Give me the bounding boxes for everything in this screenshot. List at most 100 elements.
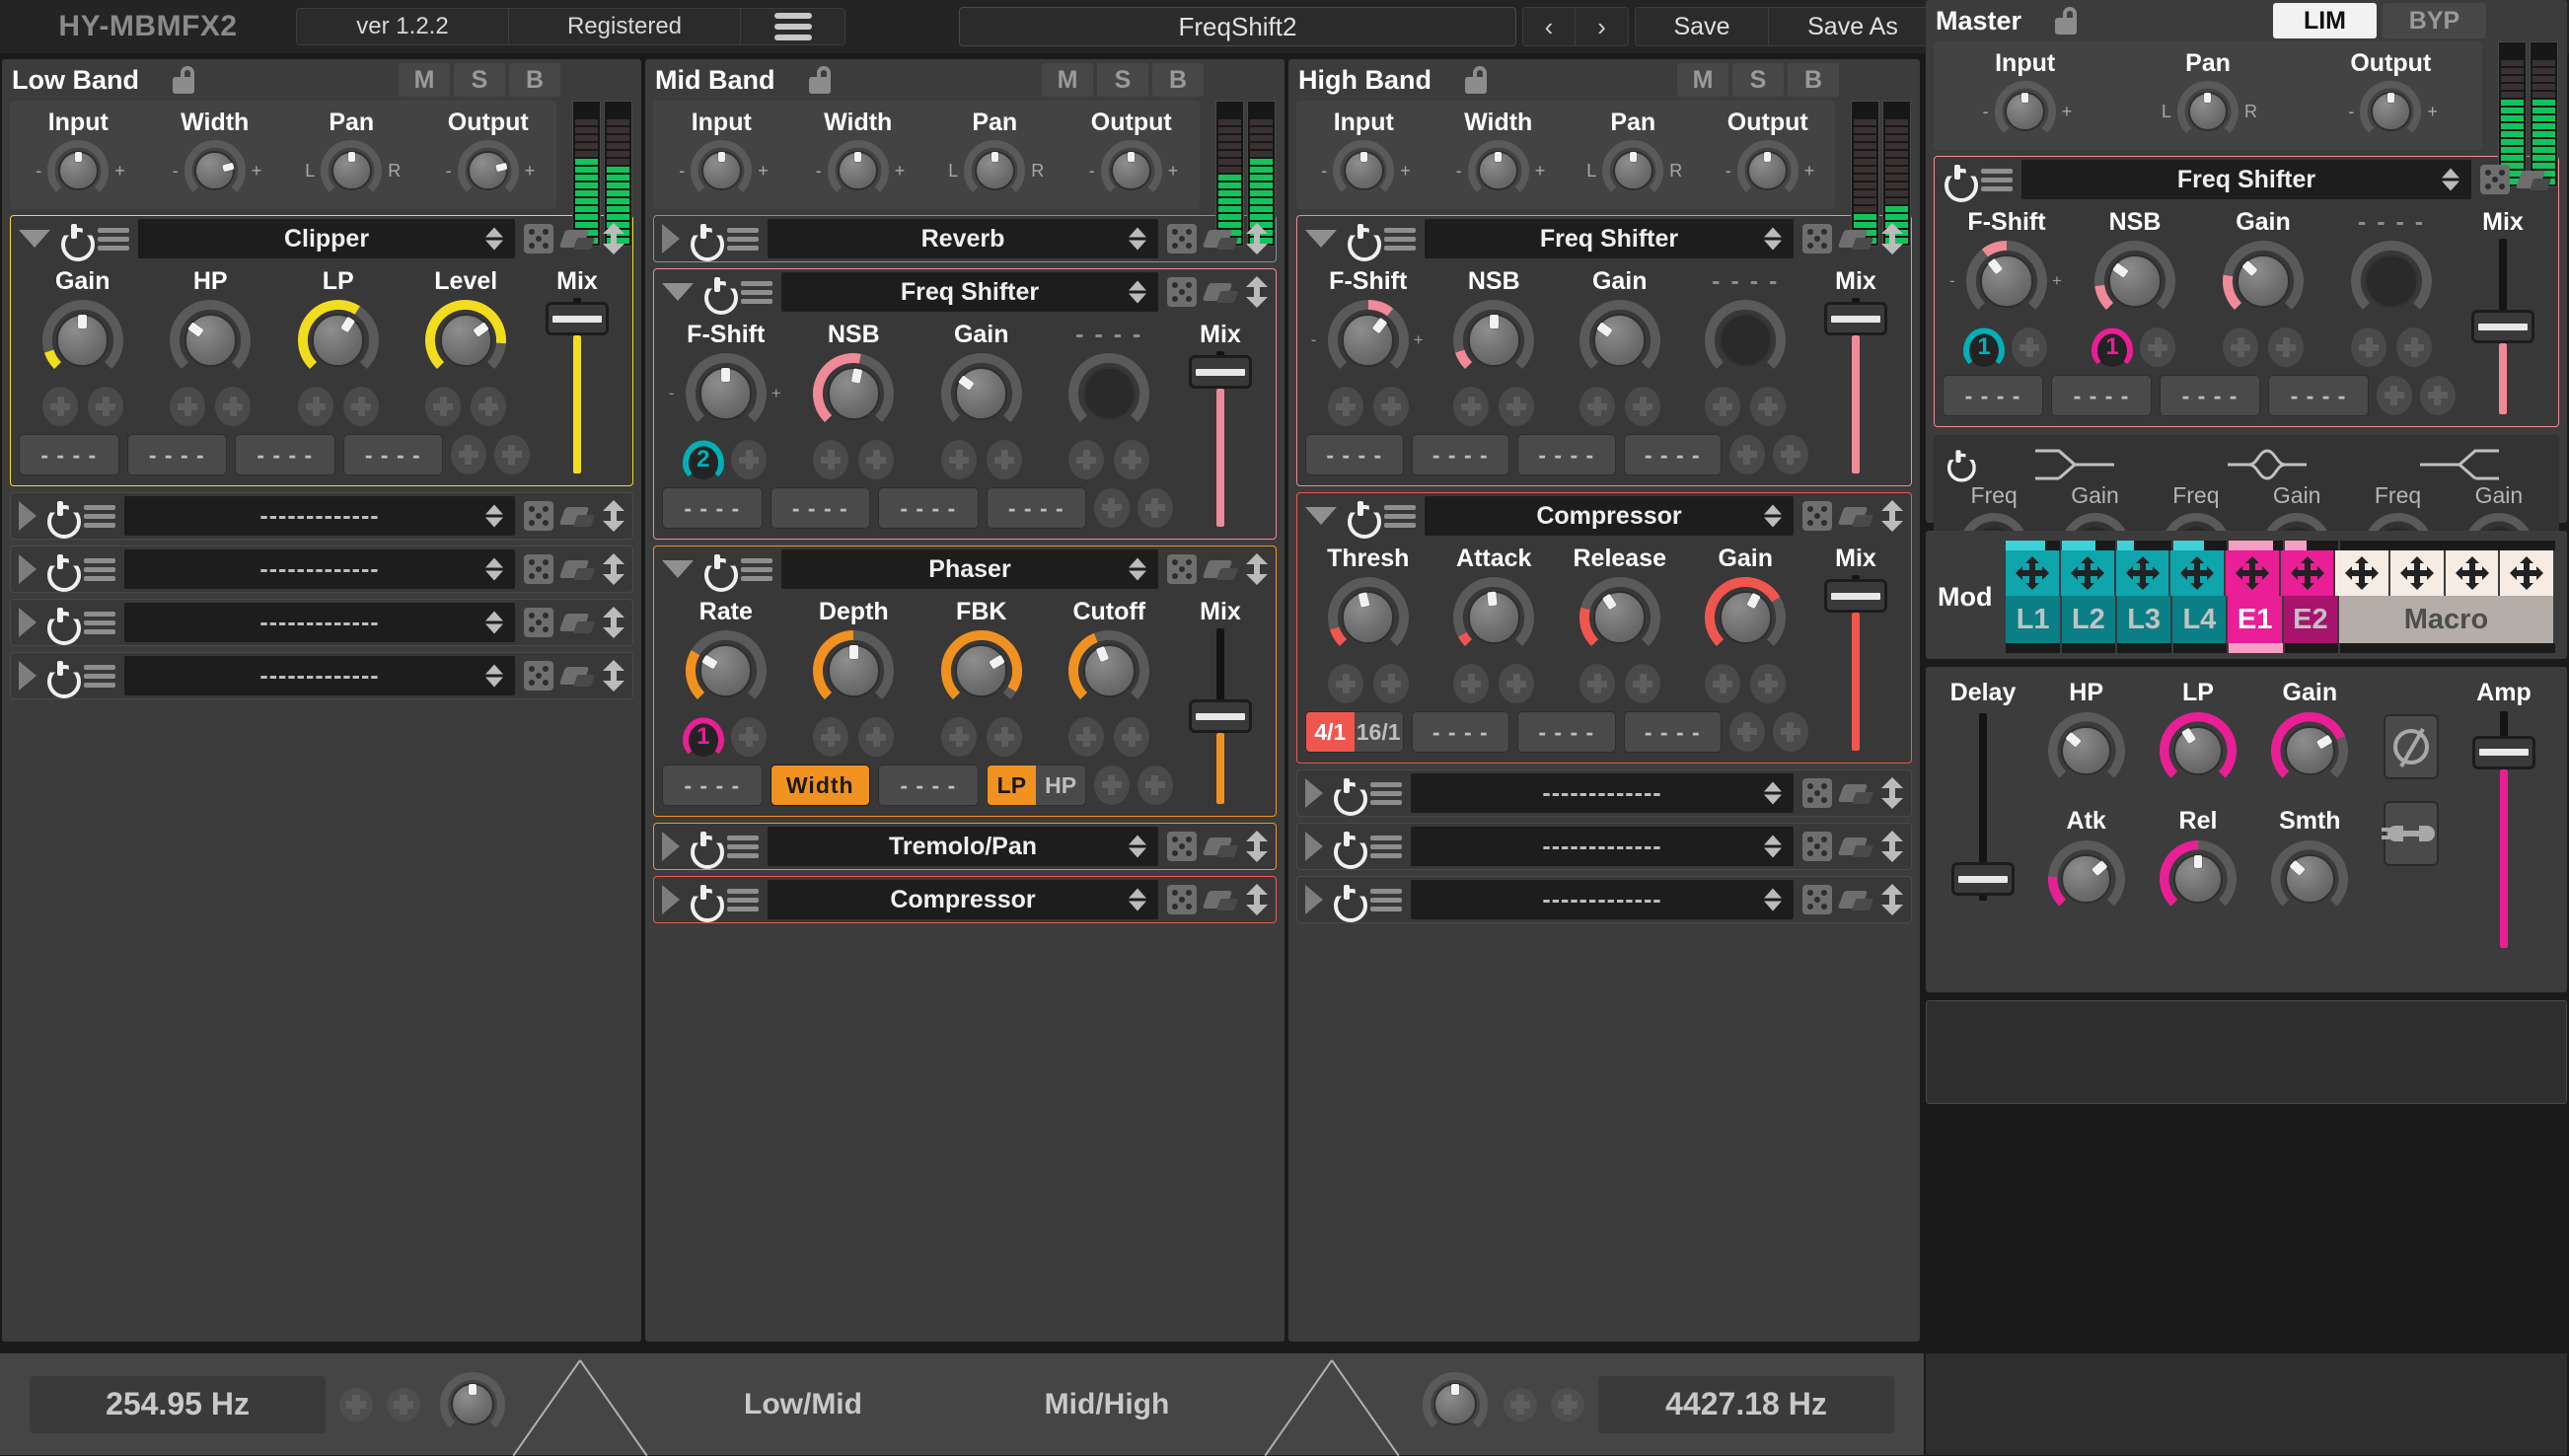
module-power-icon[interactable] — [1346, 224, 1375, 254]
extra-mod-slot-2[interactable] — [1773, 712, 1808, 752]
mod-assign-slot-active[interactable]: 1 — [682, 717, 724, 757]
knob[interactable] — [1993, 79, 2058, 144]
knob[interactable] — [2092, 239, 2177, 324]
knob[interactable] — [1600, 138, 1665, 203]
macro-drag-handle-3[interactable] — [2500, 550, 2556, 596]
resize-vertical-icon[interactable] — [1246, 553, 1268, 585]
mod-assign-slot-empty[interactable] — [813, 440, 849, 479]
module-value-button-2[interactable]: - - - - — [1623, 711, 1722, 753]
resize-vertical-icon[interactable] — [1881, 500, 1903, 532]
mod-assign-slot-empty[interactable] — [1578, 664, 1615, 703]
eraser-icon[interactable] — [1206, 556, 1237, 582]
module-power-icon[interactable] — [1332, 832, 1361, 861]
mod-assign-slot-empty[interactable] — [1453, 387, 1490, 426]
mod-slot-L1[interactable]: L1 — [2006, 596, 2062, 643]
module-value-button-1[interactable]: - - - - — [1517, 711, 1616, 753]
module-power-icon[interactable] — [702, 277, 732, 307]
knob[interactable] — [2358, 79, 2423, 144]
module-menu-icon[interactable] — [1981, 168, 2013, 191]
mod-assign-slot-empty[interactable] — [1499, 387, 1535, 426]
eraser-icon[interactable] — [562, 663, 594, 689]
module-value-button-3[interactable]: - - - - — [986, 487, 1086, 529]
mod-assign-slot-empty[interactable] — [940, 717, 977, 757]
module-menu-icon[interactable] — [84, 504, 115, 528]
mod-assign-slot-empty[interactable] — [730, 440, 767, 479]
resize-vertical-icon[interactable] — [1881, 223, 1903, 255]
eraser-icon[interactable] — [562, 503, 594, 529]
module-value-button-0[interactable]: - - - - — [662, 487, 763, 529]
dice-icon[interactable] — [1167, 554, 1197, 584]
mod-drag-handle-L3[interactable] — [2115, 550, 2171, 596]
module-expand-toggle[interactable] — [662, 832, 680, 861]
resize-vertical-icon[interactable] — [1246, 884, 1268, 915]
mod-assign-slot-empty[interactable] — [1499, 664, 1535, 703]
resize-vertical-icon[interactable] — [603, 500, 624, 532]
dice-icon[interactable] — [524, 661, 553, 691]
band-bypass-button[interactable]: B — [1152, 63, 1204, 97]
knob[interactable] — [939, 351, 1024, 436]
extra-mod-slot-2[interactable] — [1138, 488, 1173, 528]
knob[interactable] — [2158, 838, 2239, 919]
knob[interactable] — [684, 351, 769, 436]
mod-assign-slot-empty[interactable] — [1327, 664, 1363, 703]
knob[interactable] — [1326, 298, 1411, 383]
knob[interactable] — [811, 351, 896, 436]
mod-slot-L2[interactable]: L2 — [2061, 596, 2117, 643]
knob[interactable] — [45, 138, 110, 203]
module-menu-icon[interactable] — [1384, 227, 1416, 251]
knob[interactable] — [1066, 628, 1151, 713]
mod-assign-slot-empty[interactable] — [1578, 387, 1615, 426]
module-expand-toggle[interactable] — [1305, 885, 1323, 914]
module-power-icon[interactable] — [45, 554, 75, 584]
eraser-icon[interactable] — [1206, 226, 1237, 252]
ratio-toggle[interactable]: 4/1 16/1 — [1305, 711, 1404, 753]
dice-icon[interactable] — [524, 554, 553, 584]
master-unlock-icon[interactable] — [2053, 7, 2079, 35]
module-name-selector[interactable]: Freq Shifter — [1425, 219, 1794, 258]
extra-mod-slot-2[interactable] — [2420, 376, 2456, 415]
dice-icon[interactable] — [1802, 885, 1832, 914]
updown-stepper-icon[interactable] — [1764, 835, 1782, 858]
mod-drag-handle-L2[interactable] — [2061, 550, 2116, 596]
mod-assign-slot-empty[interactable] — [1068, 440, 1105, 479]
band-solo-button[interactable]: S — [1097, 63, 1148, 97]
module-value-button-0[interactable]: - - - - — [19, 434, 119, 475]
high-xover-mod-slot-1[interactable] — [1504, 1387, 1537, 1421]
band-mute-button[interactable]: M — [399, 63, 450, 97]
mod-drag-handle-L4[interactable] — [2170, 550, 2227, 596]
module-value-button-1[interactable]: Width — [770, 764, 870, 806]
updown-stepper-icon[interactable] — [1764, 781, 1782, 805]
knob[interactable] — [1451, 298, 1536, 383]
eraser-icon[interactable] — [1841, 834, 1872, 859]
module-name-selector[interactable]: ------------- — [1411, 880, 1794, 919]
mod-slot-L4[interactable]: L4 — [2172, 596, 2229, 643]
mod-assign-slot-empty[interactable] — [1068, 717, 1105, 757]
knob[interactable] — [962, 138, 1027, 203]
eraser-icon[interactable] — [562, 226, 594, 252]
module-value-button-1[interactable]: - - - - — [2051, 375, 2152, 416]
knob[interactable] — [183, 138, 248, 203]
mod-assign-slot-empty[interactable] — [986, 440, 1022, 479]
mod-assign-slot-empty[interactable] — [2268, 328, 2304, 367]
module-value-button-0[interactable]: - - - - — [1943, 375, 2043, 416]
module-collapse-toggle[interactable] — [1305, 230, 1337, 248]
knob[interactable] — [168, 298, 253, 383]
module-menu-icon[interactable] — [84, 611, 115, 634]
module-menu-icon[interactable] — [84, 557, 115, 581]
macro-drag-handle-2[interactable] — [2445, 550, 2501, 596]
module-value-button-0[interactable]: - - - - — [1411, 711, 1509, 753]
module-name-selector[interactable]: ------------- — [124, 549, 515, 589]
unlock-icon[interactable] — [1463, 66, 1489, 94]
mod-assign-slot-empty[interactable] — [1624, 664, 1660, 703]
eraser-icon[interactable] — [1206, 834, 1237, 859]
knob[interactable] — [939, 628, 1024, 713]
module-name-selector[interactable]: Reverb — [768, 219, 1158, 258]
mod-assign-slot-empty[interactable] — [425, 387, 462, 426]
knob[interactable] — [1066, 351, 1151, 436]
module-name-selector[interactable]: Phaser — [781, 549, 1158, 589]
knob[interactable] — [1099, 138, 1164, 203]
macro-drag-handle-0[interactable] — [2335, 550, 2391, 596]
mod-assign-slot-empty[interactable] — [1624, 387, 1660, 426]
mod-assign-slot-empty[interactable] — [1372, 387, 1409, 426]
knob[interactable] — [1735, 138, 1800, 203]
